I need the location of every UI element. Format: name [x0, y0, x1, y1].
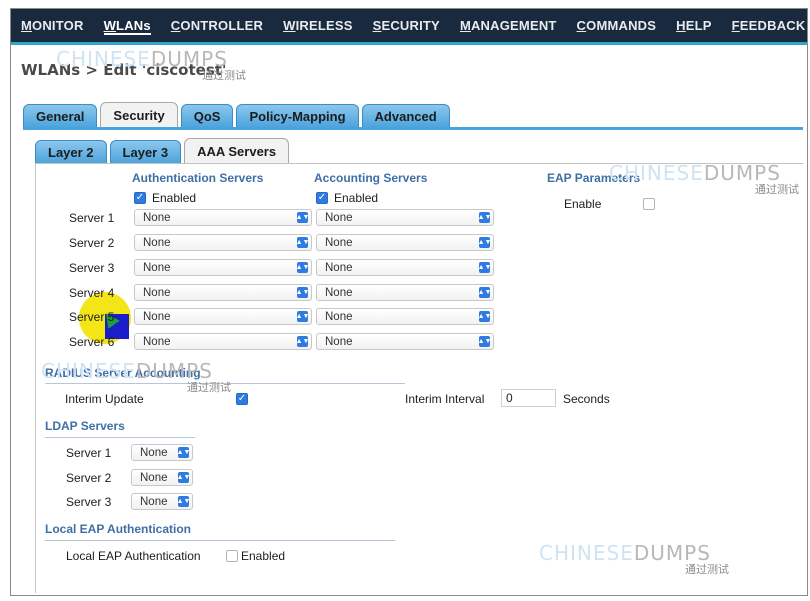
auth-server-6-select[interactable]: None ▲▼ — [134, 333, 312, 350]
ldap-server-1-select[interactable]: None ▲▼ — [131, 444, 193, 461]
outer-tab-bar — [23, 127, 803, 130]
local-eap-enabled-checkbox[interactable] — [226, 550, 238, 562]
local-eap-divider — [45, 540, 395, 541]
radius-divider — [45, 383, 405, 384]
acct-server-5-select[interactable]: None ▲▼ — [316, 308, 494, 325]
server-4-label: Server 4 — [69, 286, 115, 300]
select-arrows-icon: ▲▼ — [295, 287, 310, 298]
server-1-label: Server 1 — [69, 211, 115, 225]
outer-tabs: General Security QoS Policy-Mapping Adva… — [23, 102, 450, 128]
browser-frame: MONITOR WLANs CONTROLLER WIRELESS SECURI… — [10, 8, 808, 596]
nav-wlans[interactable]: WLANs — [94, 18, 161, 35]
auth-server-2-select[interactable]: None ▲▼ — [134, 234, 312, 251]
eap-enable-label: Enable — [564, 197, 602, 211]
acct-enabled-label: Enabled — [334, 191, 379, 205]
auth-server-3-select[interactable]: None ▲▼ — [134, 259, 312, 276]
select-arrows-icon: ▲▼ — [477, 212, 492, 223]
ldap-servers-heading: LDAP Servers — [45, 419, 125, 433]
interim-interval-input[interactable]: 0 — [501, 389, 556, 407]
select-arrows-icon: ▲▼ — [477, 262, 492, 273]
acct-server-1-select[interactable]: None ▲▼ — [316, 209, 494, 226]
tab-general[interactable]: General — [23, 104, 98, 128]
select-arrows-icon: ▲▼ — [176, 472, 191, 483]
select-arrows-icon: ▲▼ — [295, 336, 310, 347]
tab-layer-2[interactable]: Layer 2 — [35, 140, 107, 164]
acct-servers-heading: Accounting Servers — [314, 171, 428, 185]
select-arrows-icon: ▲▼ — [176, 447, 191, 458]
tab-policy-mapping[interactable]: Policy-Mapping — [236, 104, 359, 128]
local-eap-heading: Local EAP Authentication — [45, 522, 192, 536]
eap-parameters-heading: EAP Parameters — [547, 171, 641, 185]
interim-interval-label: Interim Interval — [405, 392, 485, 406]
select-arrows-icon: ▲▼ — [295, 311, 310, 322]
auth-server-4-select[interactable]: None ▲▼ — [134, 284, 312, 301]
nav-wireless[interactable]: WIRELESS — [273, 18, 363, 33]
select-arrows-icon: ▲▼ — [295, 262, 310, 273]
eap-enable-checkbox[interactable] — [643, 198, 655, 210]
select-arrows-icon: ▲▼ — [477, 237, 492, 248]
acct-server-3-select[interactable]: None ▲▼ — [316, 259, 494, 276]
server-3-label: Server 3 — [69, 261, 115, 275]
server-6-label: Server 6 — [69, 335, 115, 349]
select-arrows-icon: ▲▼ — [176, 496, 191, 507]
select-arrows-icon: ▲▼ — [295, 237, 310, 248]
nav-monitor[interactable]: MONITOR — [11, 18, 94, 33]
local-eap-label: Local EAP Authentication — [66, 549, 201, 563]
nav-management[interactable]: MANAGEMENT — [450, 18, 567, 33]
breadcrumb: WLANs > Edit 'ciscotest' — [21, 61, 227, 79]
acct-server-4-select[interactable]: None ▲▼ — [316, 284, 494, 301]
ldap-server-3-label: Server 3 — [66, 495, 112, 509]
nav-help[interactable]: HELP — [666, 18, 721, 33]
acct-enabled-checkbox[interactable]: ✓ — [316, 192, 328, 204]
auth-enabled-checkbox[interactable]: ✓ — [134, 192, 146, 204]
select-arrows-icon: ▲▼ — [477, 287, 492, 298]
radius-accounting-heading: RADIUS Server Accounting — [45, 366, 201, 380]
ldap-server-3-select[interactable]: None ▲▼ — [131, 493, 193, 510]
ldap-server-2-select[interactable]: None ▲▼ — [131, 469, 193, 486]
ldap-server-2-label: Server 2 — [66, 471, 112, 485]
interim-update-label: Interim Update — [65, 392, 144, 406]
server-2-label: Server 2 — [69, 236, 115, 250]
select-arrows-icon: ▲▼ — [477, 336, 492, 347]
local-eap-enabled-label: Enabled — [241, 549, 286, 563]
tab-aaa-servers[interactable]: AAA Servers — [184, 138, 290, 164]
server-5-label: Server 5 — [69, 310, 115, 324]
ldap-server-1-label: Server 1 — [66, 446, 112, 460]
auth-servers-heading: Authentication Servers — [132, 171, 264, 185]
nav-commands[interactable]: COMMANDS — [567, 18, 667, 33]
acct-server-6-select[interactable]: None ▲▼ — [316, 333, 494, 350]
acct-server-2-select[interactable]: None ▲▼ — [316, 234, 494, 251]
select-arrows-icon: ▲▼ — [477, 311, 492, 322]
tab-security[interactable]: Security — [100, 102, 178, 128]
tab-layer-3[interactable]: Layer 3 — [109, 140, 182, 164]
seconds-label: Seconds — [563, 392, 610, 406]
inner-tabs: Layer 2 Layer 3 AAA Servers — [35, 138, 290, 164]
tab-qos[interactable]: QoS — [180, 104, 234, 128]
nav-feedback[interactable]: FEEDBACK — [722, 18, 807, 33]
auth-server-5-select[interactable]: None ▲▼ — [134, 308, 312, 325]
interim-update-checkbox[interactable]: ✓ — [236, 393, 248, 405]
select-arrows-icon: ▲▼ — [295, 212, 310, 223]
nav-controller[interactable]: CONTROLLER — [161, 18, 273, 33]
auth-server-1-select[interactable]: None ▲▼ — [134, 209, 312, 226]
ldap-divider — [45, 437, 195, 438]
nav-security[interactable]: SECURITY — [363, 18, 450, 33]
top-nav: MONITOR WLANs CONTROLLER WIRELESS SECURI… — [11, 9, 807, 45]
auth-enabled-label: Enabled — [152, 191, 197, 205]
tab-advanced[interactable]: Advanced — [361, 104, 450, 128]
